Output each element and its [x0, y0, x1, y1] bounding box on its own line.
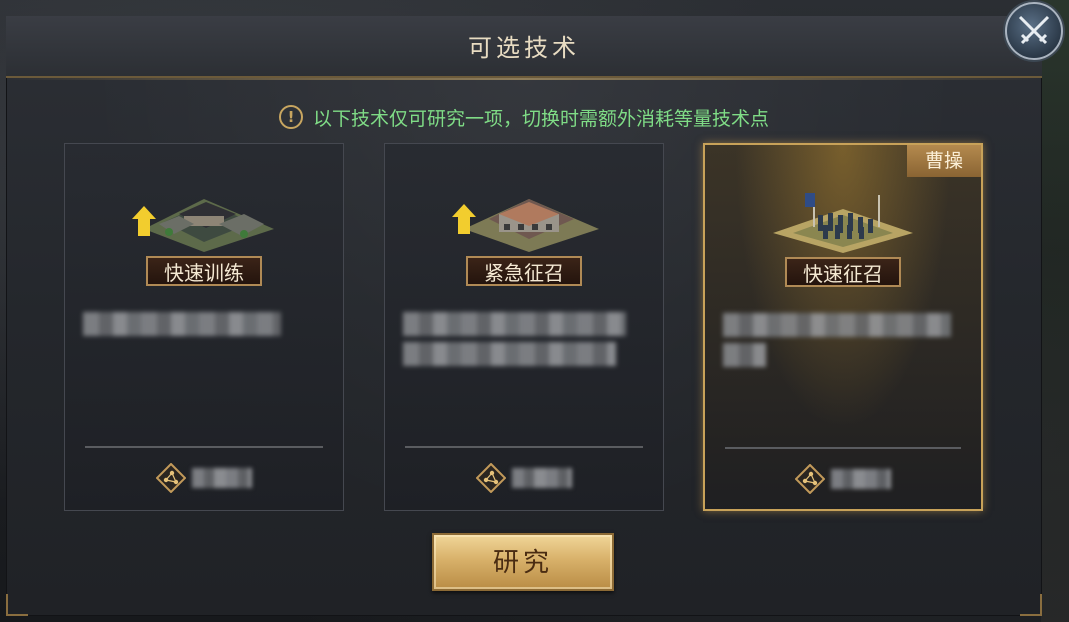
warning-icon: ! — [278, 105, 303, 129]
tech-point-icon — [156, 463, 186, 493]
divider — [405, 446, 643, 448]
tech-point-cost — [65, 460, 343, 496]
tech-name-label: 紧急征召 — [466, 256, 582, 286]
close-button[interactable] — [1005, 2, 1063, 60]
description-blurred — [83, 312, 325, 392]
crossed-swords-icon — [1018, 15, 1050, 45]
tech-point-cost — [385, 460, 663, 496]
divider — [85, 446, 323, 448]
general-tag: 曹操 — [907, 145, 981, 177]
divider — [725, 447, 961, 449]
tech-card-quick-training[interactable]: 快速训练 — [64, 143, 344, 511]
tech-name-label: 快速训练 — [146, 256, 262, 286]
cost-value-blurred — [831, 469, 891, 489]
tech-point-cost — [705, 461, 981, 497]
troops-icon — [773, 193, 913, 253]
tech-card-emergency-draft[interactable]: 紧急征召 — [384, 143, 664, 511]
cost-value-blurred — [512, 468, 572, 488]
tech-point-icon — [795, 464, 825, 494]
corner-ornament — [1020, 594, 1042, 616]
tech-select-dialog: 可选技术 ! 以下技术仅可研究一项，切换时需额外消耗等量技术点 快速训练 紧急征… — [6, 16, 1042, 616]
game-scene: 可选技术 ! 以下技术仅可研究一项，切换时需额外消耗等量技术点 快速训练 紧急征… — [0, 0, 1069, 622]
notice-text: 以下技术仅可研究一项，切换时需额外消耗等量技术点 — [312, 107, 769, 130]
tech-card-quick-draft[interactable]: 曹操 快速征召 — [703, 143, 983, 511]
tech-point-icon — [476, 463, 506, 493]
description-blurred — [723, 313, 963, 393]
barracks-icon — [132, 199, 274, 252]
fortress-icon — [452, 199, 599, 252]
dialog-title: 可选技术 — [468, 34, 580, 62]
background-strip — [1041, 0, 1069, 622]
corner-ornament — [6, 594, 28, 616]
description-blurred — [403, 312, 645, 392]
tech-name-label: 快速征召 — [785, 257, 901, 287]
cost-value-blurred — [192, 468, 252, 488]
notice-banner: ! 以下技术仅可研究一项，切换时需额外消耗等量技术点 — [6, 102, 1042, 132]
research-button[interactable]: 研究 — [432, 533, 614, 591]
title-bar: 可选技术 — [6, 16, 1042, 80]
